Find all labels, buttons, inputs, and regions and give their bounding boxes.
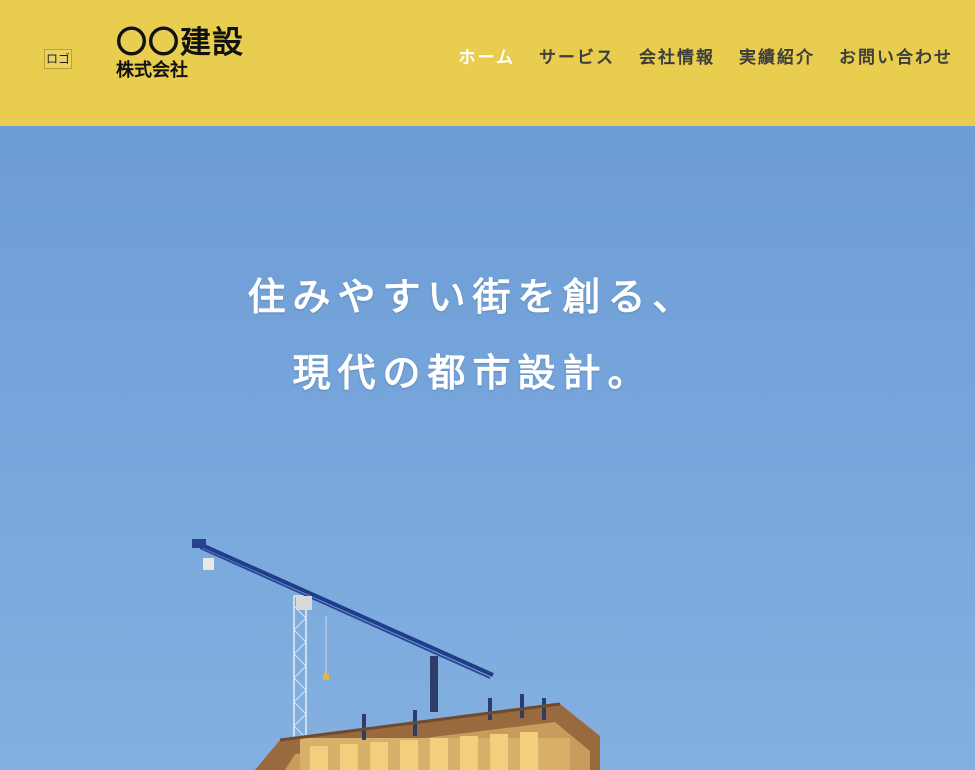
- nav-item-services[interactable]: サービス: [539, 43, 615, 68]
- main-nav: ホーム サービス 会社情報 実績紹介 お問い合わせ: [459, 43, 954, 68]
- company-suffix: 株式会社: [116, 60, 188, 81]
- hero-section: 住みやすい街を創る、 現代の都市設計。: [0, 126, 975, 770]
- brand[interactable]: 〇〇建設 株式会社: [116, 26, 244, 82]
- tagline-line-2: 現代の都市設計。: [292, 350, 653, 395]
- hero-tagline: 住みやすい街を創る、 現代の都市設計。: [0, 259, 945, 411]
- construction-scene-image: [192, 539, 600, 770]
- nav-item-contact[interactable]: お問い合わせ: [839, 43, 953, 68]
- nav-item-company[interactable]: 会社情報: [639, 43, 715, 68]
- logo-placeholder[interactable]: ロゴ: [44, 49, 72, 69]
- tagline-line-1: 住みやすい街を創る、: [247, 274, 698, 319]
- nav-item-works[interactable]: 実績紹介: [739, 43, 815, 68]
- page: ロゴ 〇〇建設 株式会社 ホーム サービス 会社情報 実績紹介 お問い合わせ 住…: [0, 0, 975, 770]
- nav-item-home[interactable]: ホーム: [459, 43, 516, 68]
- company-name: 〇〇建設: [116, 25, 244, 61]
- site-header: ロゴ 〇〇建設 株式会社 ホーム サービス 会社情報 実績紹介 お問い合わせ: [0, 0, 975, 126]
